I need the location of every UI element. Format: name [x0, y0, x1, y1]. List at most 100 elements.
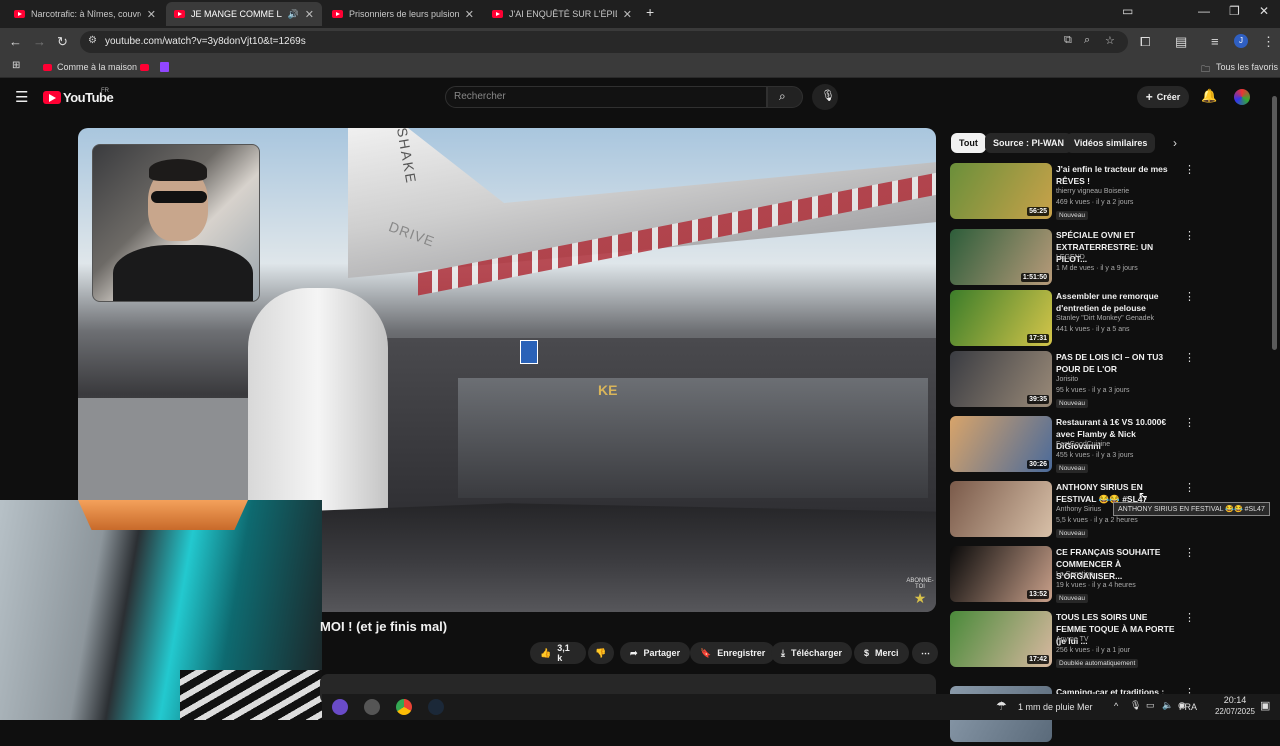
recommendation-title[interactable]: PAS DE LOIS ICI – ON TU3 POUR DE L'OR: [1056, 351, 1180, 375]
share-button[interactable]: ➦ Partager: [620, 642, 691, 664]
search-box[interactable]: Rechercher: [445, 86, 767, 108]
volume-icon[interactable]: 🔈: [1162, 700, 1173, 711]
search-input[interactable]: Rechercher: [454, 91, 506, 102]
hamburger-menu-icon[interactable]: ☰: [15, 88, 28, 106]
extensions-icon[interactable]: ⧠: [1140, 34, 1150, 50]
recommendation-item[interactable]: 17:31 Assembler une remorque d'entretien …: [950, 290, 1240, 350]
more-options-icon[interactable]: ⋮: [1184, 351, 1195, 364]
more-options-icon[interactable]: ⋮: [1184, 481, 1195, 494]
network-icon[interactable]: ▭: [1146, 700, 1155, 711]
close-window-icon[interactable]: ✕: [1259, 4, 1269, 18]
bookmark-star-icon[interactable]: ☆: [1105, 34, 1115, 47]
browser-tab[interactable]: Prisonniers de leurs pulsions - Y ✕: [324, 2, 482, 26]
chip-source[interactable]: Source : PI-WAN: [985, 133, 1073, 153]
video-thumbnail[interactable]: 56:25: [950, 163, 1052, 219]
chrome-menu-icon[interactable]: ⋮: [1262, 34, 1275, 50]
chip-all[interactable]: Tout: [951, 133, 986, 153]
video-thumbnail[interactable]: [950, 481, 1052, 537]
url-text[interactable]: youtube.com/watch?v=3y8donVjt10&t=1269s: [105, 36, 306, 47]
sidepanel-icon[interactable]: ▤: [1175, 34, 1187, 50]
forward-icon[interactable]: →: [33, 34, 46, 49]
all-bookmarks[interactable]: Tous les favoris: [1216, 62, 1278, 72]
account-avatar[interactable]: [1234, 89, 1250, 105]
mic-tray-icon[interactable]: 🎙: [1130, 700, 1141, 711]
restore-icon[interactable]: ❐: [1229, 4, 1240, 18]
more-options-icon[interactable]: ⋮: [1184, 611, 1195, 624]
video-thumbnail[interactable]: 39:35: [950, 351, 1052, 407]
browser-tab[interactable]: Narcotrafic: à Nîmes, couvre-fe ✕: [6, 2, 164, 26]
chevron-right-icon[interactable]: ›: [1173, 136, 1177, 150]
chip-similar[interactable]: Vidéos similaires: [1066, 133, 1156, 153]
more-options-icon[interactable]: ⋮: [1184, 163, 1195, 176]
tray-chevron-icon[interactable]: ^: [1114, 701, 1118, 711]
browser-tab-active[interactable]: JE MANGE COMME LA PERS 🔊 ✕: [166, 2, 322, 26]
speaker-icon[interactable]: 🔊: [288, 9, 299, 20]
bookmark-comme-a-la-maison[interactable]: Comme à la maison: [57, 62, 137, 72]
voice-search-button[interactable]: 🎙: [812, 84, 838, 110]
reload-icon[interactable]: ↻: [57, 34, 68, 50]
apps-grid-icon[interactable]: ⊞: [12, 60, 20, 71]
more-options-icon[interactable]: ⋮: [1184, 416, 1195, 429]
steam-icon[interactable]: [428, 699, 444, 715]
channel-name[interactable]: FastGoodCuisine: [1056, 441, 1110, 448]
channel-name[interactable]: Anthony Sirius: [1056, 506, 1101, 513]
notifications-bell-icon[interactable]: 🔔: [1201, 88, 1217, 104]
close-tab-icon[interactable]: ✕: [623, 8, 632, 21]
channel-name[interactable]: La Sanction: [1056, 571, 1093, 578]
channel-name[interactable]: thierry vigneau Boiserie: [1056, 188, 1129, 195]
channel-name[interactable]: LEGEND: [1056, 254, 1085, 261]
video-thumbnail[interactable]: 13:52: [950, 546, 1052, 602]
youtube-bookmark-icon[interactable]: [140, 64, 149, 71]
recommendation-item[interactable]: 1:51:50 SPÉCIALE OVNI ET EXTRATERRESTRE: …: [950, 229, 1240, 289]
lang-indicator[interactable]: FRA: [1179, 702, 1197, 712]
more-options-icon[interactable]: ⋮: [1184, 290, 1195, 303]
browser-tab[interactable]: J'AI ENQUÊTÉ SUR L'ÉPIDÉMIE ✕: [484, 2, 640, 26]
recommendation-item[interactable]: 13:52 CE FRANÇAIS SOUHAITE COMMENCER À S'…: [950, 546, 1240, 606]
twitch-bookmark-icon[interactable]: [160, 62, 169, 72]
save-button[interactable]: 🔖 Enregistrer: [690, 642, 776, 664]
dislike-button[interactable]: 👎: [588, 642, 614, 664]
close-tab-icon[interactable]: ✕: [305, 8, 314, 21]
more-actions-button[interactable]: ⋯: [912, 642, 938, 664]
app-icon[interactable]: [364, 699, 380, 715]
address-bar[interactable]: ⚙ youtube.com/watch?v=3y8donVjt10&t=1269…: [80, 31, 1128, 53]
minimize-icon[interactable]: —: [1198, 4, 1210, 18]
recommendation-item[interactable]: 17:42 TOUS LES SOIRS UNE FEMME TOQUE À MA…: [950, 611, 1240, 671]
channel-name[interactable]: Anyme TV: [1056, 636, 1089, 643]
thanks-button[interactable]: $ Merci: [854, 642, 909, 664]
clock-time[interactable]: 20:14: [1212, 695, 1258, 705]
video-thumbnail[interactable]: 17:31: [950, 290, 1052, 346]
tab-search-icon[interactable]: ▭: [1122, 4, 1133, 18]
recommendation-title[interactable]: Assembler une remorque d'entretien de pe…: [1056, 290, 1180, 314]
more-options-icon[interactable]: ⋮: [1184, 229, 1195, 242]
like-button[interactable]: 👍 3,1 k: [530, 642, 586, 664]
channel-name[interactable]: Stanley "Dirt Monkey" Genadek: [1056, 315, 1154, 322]
channel-name[interactable]: Jorisito: [1056, 376, 1078, 383]
back-icon[interactable]: ←: [9, 34, 22, 49]
recommendation-title[interactable]: J'ai enfin le tracteur de mes RÊVES !: [1056, 163, 1180, 187]
create-button[interactable]: + Créer: [1137, 86, 1189, 108]
media-control-icon[interactable]: ≡: [1211, 34, 1219, 49]
recommendation-item[interactable]: 56:25 J'ai enfin le tracteur de mes RÊVES…: [950, 163, 1240, 223]
page-scrollbar[interactable]: [1272, 96, 1277, 350]
video-thumbnail[interactable]: 30:26: [950, 416, 1052, 472]
install-icon[interactable]: ⧉: [1064, 34, 1072, 47]
zoom-icon[interactable]: ⌕: [1084, 34, 1090, 47]
video-thumbnail[interactable]: 17:42: [950, 611, 1052, 667]
close-tab-icon[interactable]: ✕: [147, 8, 156, 21]
recommendation-item[interactable]: 39:35 PAS DE LOIS ICI – ON TU3 POUR DE L'…: [950, 351, 1240, 411]
new-tab-button[interactable]: +: [646, 4, 654, 20]
profile-avatar[interactable]: J: [1234, 34, 1248, 48]
download-button[interactable]: ⤓ Télécharger: [771, 642, 853, 664]
recommendation-item[interactable]: 30:26 Restaurant à 1€ VS 10.000€ avec Fla…: [950, 416, 1240, 476]
close-tab-icon[interactable]: ✕: [465, 8, 474, 21]
notification-center-icon[interactable]: ▣: [1260, 699, 1270, 712]
more-options-icon[interactable]: ⋮: [1184, 546, 1195, 559]
weather-text[interactable]: 1 mm de pluie Mer: [1018, 702, 1093, 712]
video-thumbnail[interactable]: 1:51:50: [950, 229, 1052, 285]
chrome-icon[interactable]: [396, 699, 412, 715]
search-button[interactable]: ⌕: [767, 86, 803, 108]
clock-date[interactable]: 22/07/2025: [1202, 707, 1268, 716]
site-info-icon[interactable]: ⚙: [88, 35, 97, 46]
app-icon[interactable]: [332, 699, 348, 715]
